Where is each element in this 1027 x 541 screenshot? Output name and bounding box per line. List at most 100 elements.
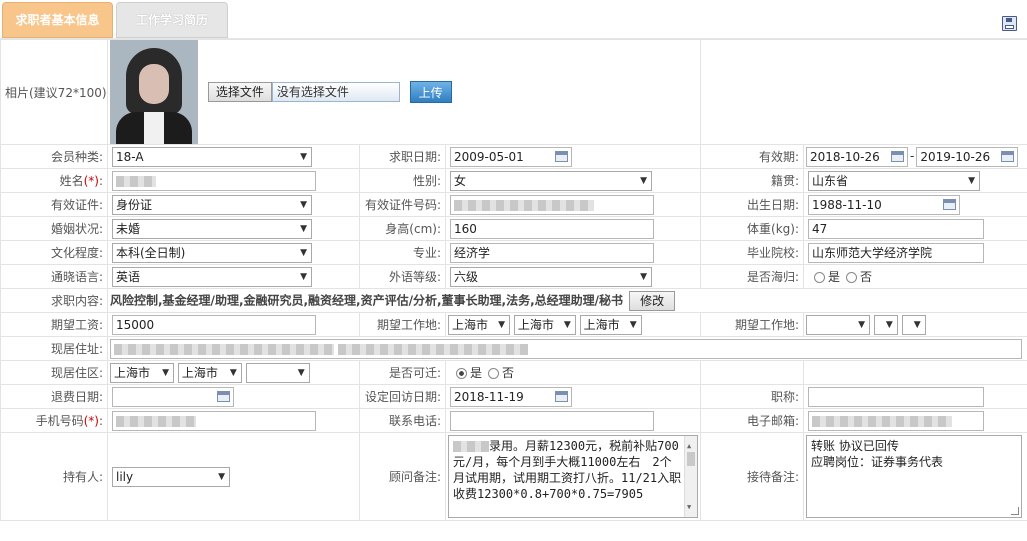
job-content-text: 风险控制,基金经理/助理,金融研究员,融资经理,资产评估/分析,董事长助理,法务… <box>110 293 624 307</box>
photo-spacer <box>700 39 1027 145</box>
calendar-icon[interactable] <box>555 150 568 162</box>
birth-date-input[interactable]: 1988-11-10 <box>808 194 961 215</box>
relocate-spacer <box>700 360 805 385</box>
expected2-province-select[interactable]: ▼ <box>806 314 871 335</box>
current-city-select[interactable]: 上海市 ▼ <box>177 362 242 383</box>
school-label: 毕业院校: <box>700 240 805 265</box>
calendar-icon[interactable] <box>1001 150 1015 162</box>
weight-input[interactable]: 47 <box>808 218 985 239</box>
relocate-yes-radio[interactable] <box>456 368 467 379</box>
height-input[interactable]: 160 <box>450 218 654 239</box>
chevron-down-icon: ▼ <box>913 319 921 330</box>
birth-date-label: 出生日期: <box>700 192 805 217</box>
job-seeker-form: 相片(建议72*100): 选择文件 没有选择文件 上传 会员种类: 18-A ▼ … <box>0 39 1027 521</box>
marital-select[interactable]: 未婚 ▼ <box>112 218 312 239</box>
photo-label: 相片(建议72*100): <box>0 39 108 145</box>
member-type-select[interactable]: 18-A ▼ <box>112 146 312 167</box>
expected-salary-label: 期望工资: <box>0 312 108 337</box>
expected-province-select[interactable]: 上海市 ▼ <box>448 314 510 335</box>
native-place-label: 籍贯: <box>700 168 805 193</box>
current-address-label: 现居住址: <box>0 336 108 361</box>
name-input[interactable] <box>112 170 316 191</box>
apply-date-label: 求职日期: <box>359 144 446 169</box>
chevron-down-icon: ▼ <box>162 367 169 378</box>
valid-from-input[interactable]: 2018-10-26 <box>806 146 909 167</box>
language-level-select[interactable]: 六级 ▼ <box>450 266 652 287</box>
chevron-down-icon: ▼ <box>629 319 637 330</box>
tab-work-study-resume[interactable]: 工作学习简历 <box>116 2 228 38</box>
consultant-note-scrollbar[interactable]: ▲ ▼ <box>684 436 697 517</box>
language-select[interactable]: 英语 ▼ <box>112 266 312 287</box>
tab-basic-info[interactable]: 求职者基本信息 <box>2 2 113 38</box>
chevron-down-icon: ▼ <box>640 271 647 282</box>
gender-select[interactable]: 女 ▼ <box>450 170 652 191</box>
apply-date-input[interactable]: 2009-05-01 <box>450 146 572 167</box>
chevron-down-icon: ▼ <box>968 175 976 186</box>
expected2-city-select[interactable]: ▼ <box>873 314 898 335</box>
current-area-label: 现居住区: <box>0 360 108 385</box>
expected-salary-input[interactable]: 15000 <box>112 314 316 335</box>
consultant-note-label: 顾问备注: <box>359 432 446 521</box>
language-label: 通晓语言: <box>0 264 108 289</box>
calendar-icon[interactable] <box>891 150 905 162</box>
expected-district-select[interactable]: 上海市 ▼ <box>579 314 642 335</box>
current-address-input[interactable] <box>110 338 1022 359</box>
title-label: 职称: <box>700 384 805 409</box>
save-disk-icon[interactable] <box>1002 16 1017 31</box>
chevron-down-icon: ▼ <box>297 367 305 378</box>
calendar-icon[interactable] <box>217 390 230 402</box>
chevron-down-icon: ▼ <box>229 367 237 378</box>
expected-city-select[interactable]: 上海市 ▼ <box>513 314 576 335</box>
chevron-down-icon: ▼ <box>300 271 307 282</box>
choose-file-button[interactable]: 选择文件 <box>207 82 272 102</box>
reception-note-textarea[interactable]: 转账 协议已回传 应聘岗位：证券事务代表 <box>806 435 1023 518</box>
name-label: 姓名(*): <box>0 168 108 193</box>
expected-location2-label: 期望工作地: <box>700 312 805 337</box>
edit-job-content-button[interactable]: 修改 <box>629 290 676 311</box>
returnee-yes-radio[interactable] <box>814 272 826 283</box>
chevron-down-icon: ▼ <box>858 319 866 330</box>
returnee-label: 是否海归: <box>700 264 805 289</box>
holder-select[interactable]: lily ▼ <box>112 466 230 487</box>
chevron-down-icon: ▼ <box>300 247 307 258</box>
chevron-down-icon: ▼ <box>498 319 505 330</box>
relocate-label: 是否可迁: <box>359 360 446 385</box>
consultant-note-textarea[interactable]: 录用。月薪12300元，税前补贴700元/月，每个月到手大概11000左右 2个… <box>448 435 698 518</box>
title-input[interactable] <box>808 386 985 407</box>
revisit-date-input[interactable]: 2018-11-19 <box>450 386 572 407</box>
mobile-input[interactable] <box>112 410 316 431</box>
expected2-district-select[interactable]: ▼ <box>901 314 926 335</box>
gender-label: 性别: <box>359 168 446 193</box>
education-label: 文化程度: <box>0 240 108 265</box>
calendar-icon[interactable] <box>555 390 568 402</box>
relocate-yes-label: 是 <box>470 366 483 380</box>
valid-to-input[interactable]: 2019-10-26 <box>916 146 1019 167</box>
phone-input[interactable] <box>450 410 654 431</box>
chevron-down-icon: ▼ <box>885 319 893 330</box>
major-input[interactable]: 经济学 <box>450 242 654 263</box>
id-type-label: 有效证件: <box>0 192 108 217</box>
returnee-no-radio[interactable] <box>846 272 858 283</box>
current-province-select[interactable]: 上海市 ▼ <box>110 362 174 383</box>
id-type-select[interactable]: 身份证 ▼ <box>112 194 312 215</box>
current-district-select[interactable]: ▼ <box>245 362 310 383</box>
id-number-input[interactable] <box>450 194 654 215</box>
major-label: 专业: <box>359 240 446 265</box>
valid-period-label: 有效期: <box>700 144 805 169</box>
chevron-down-icon: ▼ <box>300 223 307 234</box>
email-input[interactable] <box>808 410 985 431</box>
language-level-label: 外语等级: <box>359 264 446 289</box>
mobile-label: 手机号码(*): <box>0 408 108 433</box>
expected-location-label: 期望工作地: <box>359 312 446 337</box>
calendar-icon[interactable] <box>943 198 957 210</box>
upload-button[interactable]: 上传 <box>409 81 452 103</box>
native-place-select[interactable]: 山东省 ▼ <box>808 170 981 191</box>
refund-date-input[interactable] <box>112 386 234 407</box>
relocate-no-radio[interactable] <box>488 368 500 379</box>
resize-handle-icon[interactable] <box>1011 507 1020 515</box>
member-type-label: 会员种类: <box>0 144 108 169</box>
school-input[interactable]: 山东师范大学经济学院 <box>808 242 985 263</box>
chevron-down-icon: ▼ <box>300 151 307 162</box>
education-select[interactable]: 本科(全日制) ▼ <box>112 242 312 263</box>
valid-period-separator: - <box>910 149 915 163</box>
